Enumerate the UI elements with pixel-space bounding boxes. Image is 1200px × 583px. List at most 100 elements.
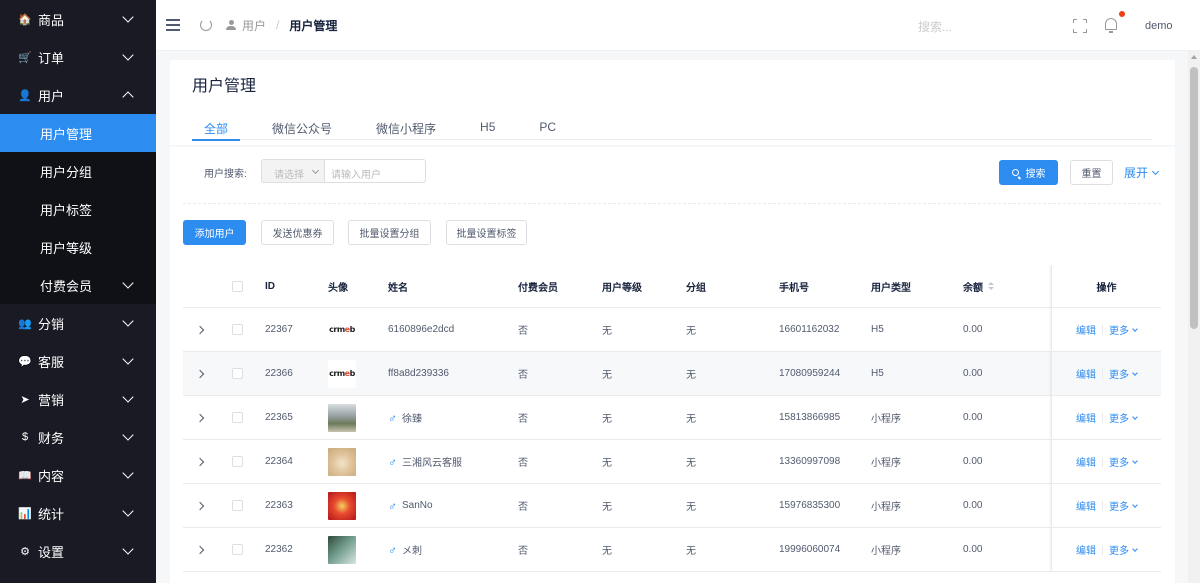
edit-link[interactable]: 编辑 <box>1076 498 1096 513</box>
cell-balance: 0.00 <box>963 456 983 467</box>
sidebar-item-9[interactable]: ⚙ 设置 <box>0 532 156 570</box>
expand-cell <box>195 528 205 571</box>
chevron-right-icon[interactable] <box>195 325 205 334</box>
expand-cell <box>195 440 205 483</box>
checkbox-cell <box>232 352 243 395</box>
tab-4[interactable]: PC <box>527 112 568 140</box>
sidebar-item-7[interactable]: 📖 内容 <box>0 456 156 494</box>
sidebar-item-4[interactable]: 💬 客服 <box>0 342 156 380</box>
breadcrumb-parent[interactable]: 用户 <box>242 17 266 34</box>
more-dropdown[interactable]: 更多 <box>1109 454 1138 469</box>
col-balance[interactable]: 余额 <box>963 265 994 307</box>
search-button-label: 搜索 <box>1025 169 1046 180</box>
scroll-up-icon[interactable] <box>1191 55 1197 59</box>
batch-group-button[interactable]: 批量设置分组 <box>348 220 431 245</box>
sidebar-subitem-3[interactable]: 用户等级 <box>0 228 156 266</box>
col-level: 用户等级 <box>602 282 642 294</box>
send-coupon-button[interactable]: 发送优惠券 <box>261 220 334 245</box>
avatar[interactable] <box>328 535 356 564</box>
checkbox-cell <box>232 440 243 483</box>
user-search-label: 用户搜索: <box>204 169 247 180</box>
add-user-button[interactable]: 添加用户 <box>183 220 246 245</box>
row-checkbox[interactable] <box>232 324 243 335</box>
chevron-right-icon[interactable] <box>195 413 205 422</box>
row-checkbox[interactable] <box>232 368 243 379</box>
reset-button-label: 重置 <box>1081 169 1102 180</box>
chevron-right-icon[interactable] <box>195 501 205 510</box>
row-checkbox[interactable] <box>232 412 243 423</box>
table-row[interactable]: 22365 ♂ 徐臻 否 无 无 15813866985 小程序 0.00 编辑 更多 <box>183 396 1161 440</box>
scrollbar-thumb[interactable] <box>1190 67 1198 329</box>
edit-link[interactable]: 编辑 <box>1076 542 1096 557</box>
search-button[interactable]: 搜索 <box>999 160 1058 185</box>
sidebar-item-5[interactable]: ➤ 营销 <box>0 380 156 418</box>
cell-paid-member: 否 <box>518 458 528 469</box>
user-search-input[interactable]: 请输入用户 <box>325 159 426 183</box>
expand-filter-link[interactable]: 展开 <box>1124 164 1160 181</box>
table-row[interactable]: 22362 ♂ メ刺 否 无 无 19996060074 小程序 0.00 编辑 更多 <box>183 528 1161 572</box>
edit-link[interactable]: 编辑 <box>1076 410 1096 425</box>
row-checkbox[interactable] <box>232 544 243 555</box>
sidebar-item-1[interactable]: 🛒 订单 <box>0 38 156 76</box>
sidebar-item-3[interactable]: 👥 分销 <box>0 304 156 342</box>
table-header: ID 头像 姓名 付费会员 用户等级 分组 手机号 用户类型 余额 操作 <box>183 265 1161 308</box>
avatar[interactable]: crm e b <box>328 359 356 388</box>
avatar[interactable]: crm e b <box>328 315 356 344</box>
batch-tag-button[interactable]: 批量设置标签 <box>446 220 527 245</box>
tab-3[interactable]: H5 <box>468 112 507 140</box>
more-dropdown[interactable]: 更多 <box>1109 498 1138 513</box>
menu-toggle-icon[interactable] <box>166 19 180 31</box>
cell-level: 无 <box>602 414 612 425</box>
edit-link[interactable]: 编辑 <box>1076 454 1096 469</box>
chevron-right-icon[interactable] <box>195 457 205 466</box>
more-dropdown[interactable]: 更多 <box>1109 410 1138 425</box>
table-row[interactable]: 22366 crm e b ff8a8d239336 否 无 无 17080959244 H5 0.… <box>183 352 1161 396</box>
send-coupon-label: 发送优惠券 <box>272 229 323 240</box>
avatar[interactable] <box>328 403 356 432</box>
sidebar-subitem-4[interactable]: 付费会员 <box>0 266 156 304</box>
chevron-right-icon[interactable] <box>195 369 205 378</box>
tab-1[interactable]: 微信公众号 <box>260 112 344 140</box>
select-all-checkbox[interactable] <box>232 280 243 292</box>
avatar[interactable] <box>328 447 356 476</box>
tab-0[interactable]: 全部 <box>192 112 241 141</box>
sidebar-item-8[interactable]: 📊 统计 <box>0 494 156 532</box>
avatar[interactable] <box>328 491 356 520</box>
sidebar-subitem-0[interactable]: 用户管理 <box>0 114 156 152</box>
sidebar-item-2[interactable]: 👤 用户 <box>0 76 156 114</box>
sidebar-subitem-2[interactable]: 用户标签 <box>0 190 156 228</box>
sidebar-subitem-1[interactable]: 用户分组 <box>0 152 156 190</box>
header-search-input[interactable]: 搜索... <box>918 18 952 35</box>
chevron-right-icon[interactable] <box>195 545 205 554</box>
divider <box>183 203 1161 204</box>
edit-link[interactable]: 编辑 <box>1076 366 1096 381</box>
sidebar-item-0[interactable]: 🏠 商品 <box>0 0 156 38</box>
row-checkbox[interactable] <box>232 456 243 467</box>
more-dropdown[interactable]: 更多 <box>1109 542 1138 557</box>
edit-link[interactable]: 编辑 <box>1076 322 1096 337</box>
bell-icon[interactable] <box>1104 17 1118 33</box>
sidebar-item-6[interactable]: $ 财务 <box>0 418 156 456</box>
table-row[interactable]: 22364 ♂ 三湘风云客服 否 无 无 13360997098 小程序 0.00 编辑 更多 <box>183 440 1161 484</box>
search-type-select[interactable]: 请选择 <box>261 159 325 183</box>
chevron-up-icon <box>122 91 134 103</box>
username[interactable]: demo <box>1145 20 1173 32</box>
table-row[interactable]: 22367 crm e b 6160896e2dcd 否 无 无 16601162032 H5 0.… <box>183 308 1161 352</box>
checkbox-cell <box>232 308 243 351</box>
col-group: 分组 <box>686 282 706 294</box>
more-dropdown[interactable]: 更多 <box>1109 366 1138 381</box>
cell-group: 无 <box>686 370 696 381</box>
fullscreen-icon[interactable] <box>1073 19 1087 33</box>
refresh-icon[interactable] <box>200 19 212 31</box>
table-row[interactable]: 22363 ♂ SanNo 否 无 无 15976835300 小程序 0.00 编辑 更多 <box>183 484 1161 528</box>
cell-user-type: 小程序 <box>871 502 901 513</box>
sidebar-item-label: 内容 <box>38 468 65 484</box>
reset-button[interactable]: 重置 <box>1070 160 1113 185</box>
sort-icon[interactable] <box>988 282 994 290</box>
tab-2[interactable]: 微信小程序 <box>364 112 448 140</box>
page-scrollbar[interactable] <box>1188 51 1200 583</box>
more-dropdown[interactable]: 更多 <box>1109 322 1138 337</box>
cell-paid-member: 否 <box>518 326 528 337</box>
row-checkbox[interactable] <box>232 500 243 511</box>
more-label: 更多 <box>1109 326 1129 337</box>
